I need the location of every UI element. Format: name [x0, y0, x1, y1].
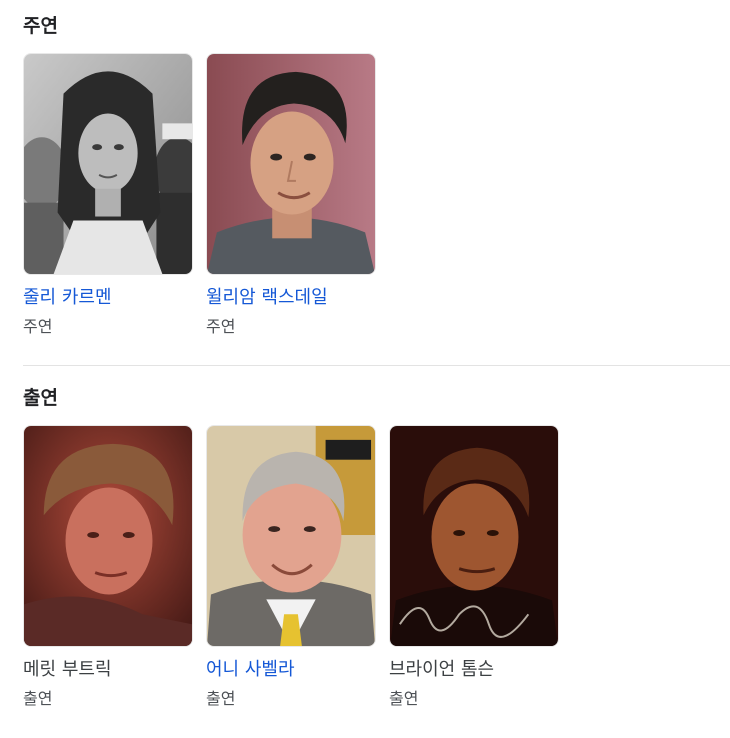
cast-role: 주연 — [23, 317, 53, 336]
cast-section-supporting: 출연 메릿 부트릭 출연 어니 사벨라 출연 브라이언 톰슨 출연 — [23, 386, 730, 709]
portrait-image — [24, 426, 192, 646]
cast-role: 출연 — [389, 689, 419, 708]
cast-name-link[interactable]: 어니 사벨라 — [206, 659, 376, 681]
cast-list: 메릿 부트릭 출연 어니 사벨라 출연 브라이언 톰슨 출연 — [23, 425, 730, 709]
cast-photo[interactable] — [206, 53, 376, 275]
cast-list: 줄리 카르멘 주연 윌리암 랙스데일 주연 — [23, 53, 730, 337]
cast-section-lead: 주연 줄리 카르멘 주연 윌리암 랙스데일 주연 — [23, 14, 730, 337]
cast-photo[interactable] — [206, 425, 376, 647]
cast-card[interactable]: 윌리암 랙스데일 주연 — [206, 53, 376, 337]
cast-card[interactable]: 메릿 부트릭 출연 — [23, 425, 193, 709]
cast-name-link[interactable]: 줄리 카르멘 — [23, 287, 193, 309]
cast-photo[interactable] — [23, 425, 193, 647]
section-title: 주연 — [23, 15, 58, 37]
portrait-image — [207, 426, 375, 646]
section-title: 출연 — [23, 387, 58, 409]
cast-name-link[interactable]: 윌리암 랙스데일 — [206, 287, 376, 309]
portrait-image — [390, 426, 558, 646]
section-divider — [23, 365, 730, 366]
cast-role: 출연 — [206, 689, 236, 708]
portrait-image — [24, 54, 192, 274]
cast-name: 브라이언 톰슨 — [389, 659, 495, 680]
cast-name: 메릿 부트릭 — [23, 659, 112, 680]
cast-card[interactable]: 줄리 카르멘 주연 — [23, 53, 193, 337]
cast-role: 주연 — [206, 317, 236, 336]
cast-photo[interactable] — [23, 53, 193, 275]
portrait-image — [207, 54, 375, 274]
cast-card[interactable]: 브라이언 톰슨 출연 — [389, 425, 559, 709]
cast-role: 출연 — [23, 689, 53, 708]
cast-card[interactable]: 어니 사벨라 출연 — [206, 425, 376, 709]
cast-photo[interactable] — [389, 425, 559, 647]
